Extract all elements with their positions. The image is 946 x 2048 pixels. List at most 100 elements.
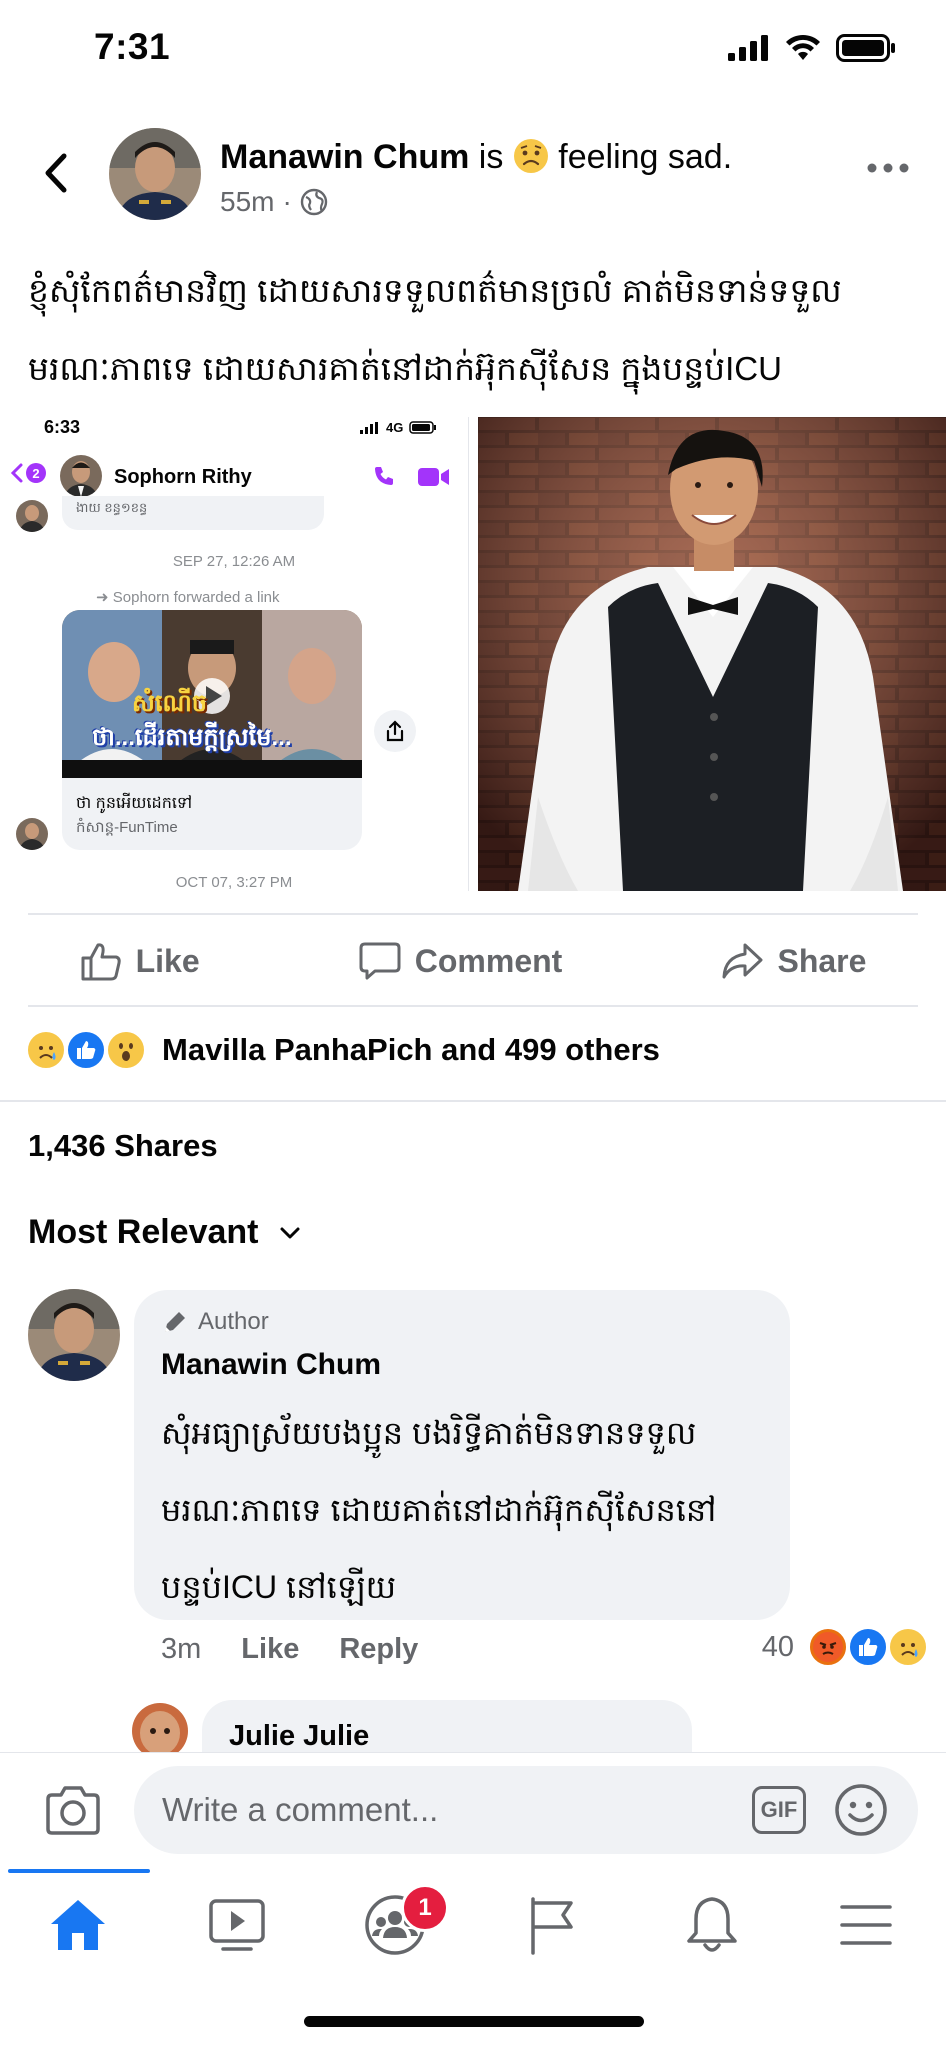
tab-menu[interactable]: [826, 1890, 906, 1960]
embedded-snippet: ងាយ ខន្ធ១ខន្ធ: [76, 500, 148, 515]
comment-reply-button[interactable]: Reply: [339, 1633, 418, 1666]
comment-like-button[interactable]: Like: [241, 1633, 299, 1666]
video-icon: [209, 1899, 265, 1951]
share-button[interactable]: Share: [721, 941, 866, 981]
comment-time: 3m: [161, 1633, 202, 1665]
author-avatar[interactable]: [109, 128, 201, 220]
embedded-contact-avatar: [60, 455, 102, 497]
divider-top: [28, 913, 918, 915]
bell-icon: [687, 1897, 737, 1952]
sad-face-icon: [513, 139, 548, 173]
chevron-down-icon: [280, 1227, 299, 1238]
sad-reaction-icon-2: [888, 1627, 928, 1667]
reply-author-avatar[interactable]: [132, 1703, 188, 1759]
feeling-text: feeling sad.: [558, 138, 733, 176]
embedded-time: 6:33: [44, 417, 81, 437]
embedded-battery-icon: [409, 421, 437, 434]
tab-groups[interactable]: 1: [355, 1884, 449, 1960]
home-indicator: [304, 2016, 644, 2027]
author-name[interactable]: Manawin Chum: [220, 138, 469, 176]
camera-icon[interactable]: [44, 1785, 102, 1837]
embedded-share-button: [374, 710, 416, 752]
sad-reaction-icon: [26, 1030, 66, 1070]
sort-dropdown[interactable]: Most Relevant: [28, 1213, 301, 1252]
embedded-thumb-text-1: សំណើច: [132, 690, 207, 717]
embedded-back: 2: [10, 462, 46, 484]
post-meta: 55m ·: [220, 186, 328, 218]
post-author-line: Manawin Chum is feeling sad.: [220, 138, 732, 177]
comment-reactions[interactable]: 40: [761, 1627, 928, 1667]
angry-reaction-icon: [808, 1627, 848, 1667]
divider-bottom: [0, 1100, 946, 1102]
tab-watch[interactable]: [197, 1890, 277, 1960]
tab-notifications[interactable]: [672, 1890, 752, 1960]
comment-bubble-icon: [359, 942, 401, 980]
comment-label: Comment: [414, 942, 563, 979]
embedded-share-icon: [386, 720, 404, 742]
author-badge: Author: [162, 1308, 269, 1336]
meta-separator: ·: [282, 186, 292, 217]
embedded-forwarded-text: Sophorn forwarded a link: [112, 589, 280, 606]
embedded-date-2: OCT 07, 3:27 PM: [175, 874, 293, 891]
hamburger-menu-icon: [840, 1905, 892, 1945]
post-time[interactable]: 55m: [220, 186, 274, 218]
media-portrait-photo[interactable]: [478, 417, 946, 891]
embedded-thumb-text-2: ថា...ដើរតាមក្តីស្រមៃ...: [92, 724, 292, 751]
smiley-icon[interactable]: [834, 1783, 888, 1837]
wow-reaction-icon: [106, 1030, 146, 1070]
status-icons: [728, 34, 896, 62]
globe-icon: [300, 188, 327, 216]
like-reaction-icon-2: [848, 1627, 888, 1667]
active-tab-indicator: [8, 1869, 150, 1873]
embedded-phone-icon: [375, 467, 393, 485]
author-badge-label: Author: [198, 1308, 269, 1335]
like-label: Like: [135, 942, 200, 979]
embedded-video-icon: [418, 468, 449, 486]
embedded-chevron-icon: [10, 463, 23, 483]
back-button[interactable]: [36, 148, 76, 198]
status-time: 7:31: [94, 26, 171, 67]
embedded-small-avatar-2: [16, 818, 48, 850]
more-options-icon[interactable]: [866, 158, 910, 178]
embedded-signal-icon: [360, 421, 378, 434]
comment-author-avatar[interactable]: [28, 1289, 120, 1381]
sort-label: Most Relevant: [28, 1213, 259, 1251]
share-label: Share: [777, 942, 867, 979]
embedded-link-title: ថា កូនអើយដេកទៅ: [76, 795, 193, 812]
divider-middle: [28, 1005, 918, 1007]
embedded-status: 4G: [360, 420, 437, 435]
embedded-forwarded: ➜ Sophorn forwarded a link: [96, 589, 280, 606]
comment-actions: 3m Like Reply: [161, 1633, 418, 1666]
share-arrow-icon: [722, 943, 763, 979]
shares-count[interactable]: 1,436 Shares: [28, 1128, 218, 1164]
home-icon: [51, 1900, 105, 1950]
is-word: is: [478, 138, 504, 176]
embedded-small-avatar: [16, 500, 48, 532]
comment-react-count: 40: [761, 1630, 794, 1663]
like-reaction-icon: [66, 1030, 106, 1070]
comment-text: សុំអធ្យាស្រ័យបងប្អូន បងរិទ្ធីគាត់មិនទានទ…: [161, 1415, 717, 1605]
portrait-photo-image: [478, 417, 946, 891]
battery-icon: [836, 34, 895, 62]
comment-author-name[interactable]: Manawin Chum: [161, 1348, 381, 1382]
cellular-signal-icon: [728, 35, 768, 61]
embedded-back-count: 2: [26, 463, 46, 483]
reactions-summary[interactable]: Mavilla PanhaPich and 499 others: [26, 1030, 660, 1070]
embedded-network: 4G: [386, 420, 404, 435]
gif-button[interactable]: GIF: [752, 1786, 806, 1834]
post-action-bar: Like Comment Share: [0, 916, 946, 1006]
flag-icon: [531, 1897, 573, 1955]
embedded-contact-name: Sophorn Rithy: [114, 466, 252, 488]
tab-home[interactable]: [38, 1890, 118, 1960]
wifi-icon: [786, 34, 820, 60]
embedded-link-subtitle: កំសាន្ត-FunTime: [76, 819, 178, 836]
groups-badge: 1: [401, 1884, 449, 1932]
like-button[interactable]: Like: [80, 941, 200, 981]
comment-button[interactable]: Comment: [359, 941, 563, 981]
embedded-date-1: SEP 27, 12:26 AM: [172, 553, 296, 570]
pen-icon: [165, 1312, 185, 1332]
reactions-summary-text: Mavilla PanhaPich and 499 others: [162, 1032, 660, 1067]
tab-pages[interactable]: [513, 1890, 593, 1960]
post-text: ខ្ញុំសុំកែពត៌មានវិញ ដោយសារទទួលពត៌មានច្រល…: [28, 272, 842, 387]
reply-author-name[interactable]: Julie Julie: [229, 1720, 369, 1753]
